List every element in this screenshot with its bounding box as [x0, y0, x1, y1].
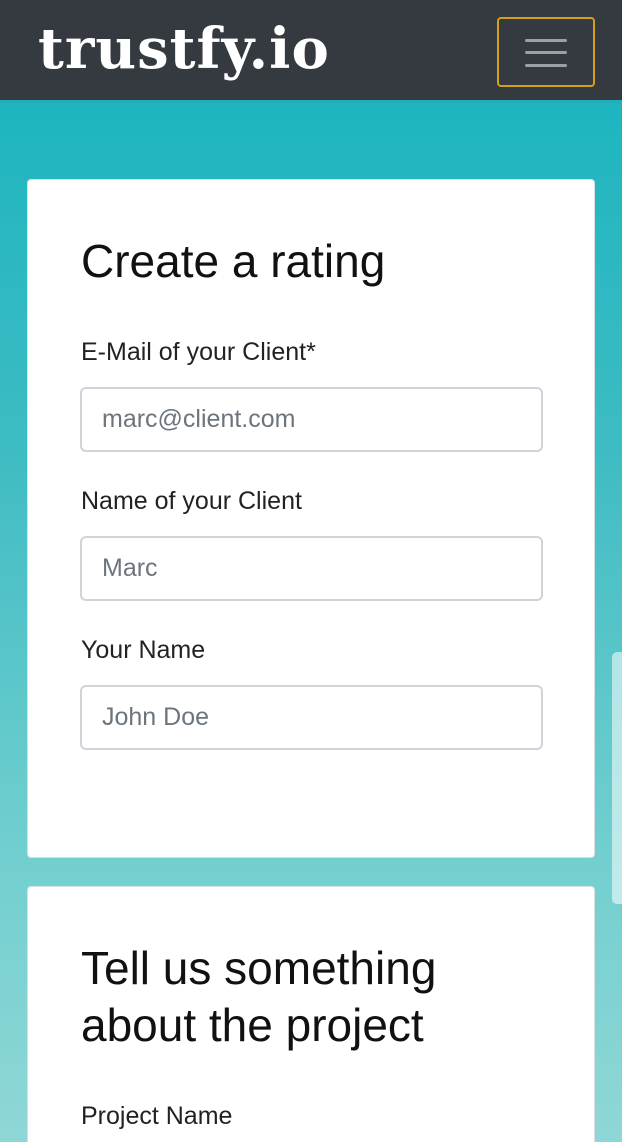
project-info-card: Tell us something about the project Proj… — [27, 886, 595, 1142]
project-info-title: Tell us something about the project — [81, 942, 437, 1051]
your-name-input[interactable] — [80, 685, 543, 750]
hamburger-menu-icon — [525, 39, 567, 67]
client-name-input[interactable] — [80, 536, 543, 601]
client-name-label: Name of your Client — [81, 487, 302, 515]
hamburger-menu-button[interactable] — [497, 17, 595, 87]
your-name-label: Your Name — [81, 636, 206, 664]
menu-bar — [525, 39, 567, 42]
brand-logo[interactable]: trustfy.io — [38, 14, 330, 84]
menu-bar — [525, 64, 567, 67]
project-name-label: Project Name — [81, 1102, 233, 1130]
navbar: trustfy.io — [0, 0, 622, 103]
page-scrollbar[interactable] — [612, 652, 622, 904]
client-email-input[interactable] — [80, 387, 543, 452]
create-rating-title: Create a rating — [81, 235, 386, 287]
create-rating-card: Create a rating E-Mail of your Client* N… — [27, 179, 595, 858]
menu-bar — [525, 51, 567, 54]
client-email-label: E-Mail of your Client* — [81, 338, 316, 366]
